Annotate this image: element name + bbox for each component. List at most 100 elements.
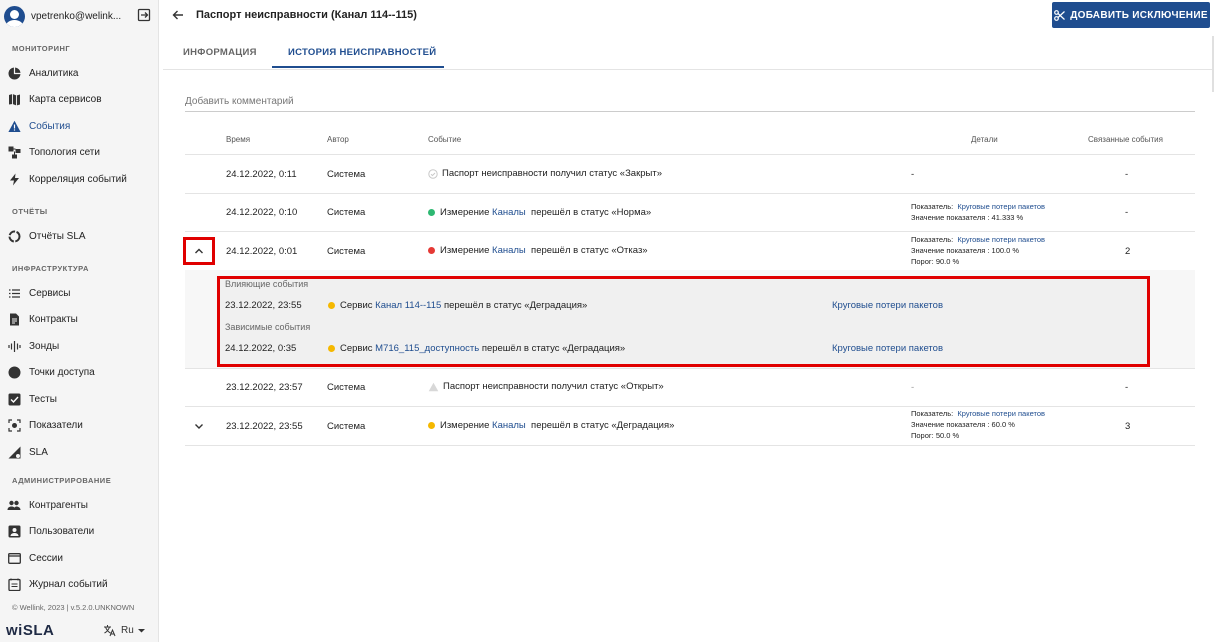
- row-time: 24.12.2022, 0:11: [226, 169, 297, 180]
- row-related-count: -: [1125, 169, 1129, 180]
- sidebar-item-label: Зонды: [29, 340, 60, 352]
- sidebar-item-correlation[interactable]: Корреляция событий: [0, 167, 159, 191]
- details-value: 50.0 %: [935, 431, 960, 440]
- event-suffix: перешёл в статус «Деградация»: [481, 343, 626, 354]
- dependent-indicator-link[interactable]: Круговые потери пакетов: [832, 343, 943, 354]
- status-dot-yellow: [328, 345, 335, 352]
- event-prefix: Измерение: [440, 207, 490, 218]
- sidebar-item-counterparties[interactable]: Контрагенты: [0, 493, 159, 517]
- active-tab-indicator: [272, 66, 444, 68]
- page-title: Паспорт неисправности (Канал 114--115): [196, 9, 417, 21]
- sidebar-item-indicators[interactable]: Показатели: [0, 413, 159, 437]
- sidebar-item-probes[interactable]: Зонды: [0, 334, 159, 358]
- sidebar-item-label: Тесты: [29, 393, 57, 405]
- row-related-count: 2: [1125, 246, 1131, 257]
- add-exception-button[interactable]: ДОБАВИТЬ ИСКЛЮЧЕНИЕ: [1052, 2, 1210, 28]
- event-prefix: Сервис: [340, 300, 373, 311]
- row-divider: [185, 445, 1195, 446]
- language-label: Ru: [121, 625, 134, 636]
- user-profile[interactable]: vpetrenko@welink...: [0, 0, 159, 32]
- event-prefix: Измерение: [440, 245, 490, 256]
- row-time: 24.12.2022, 0:01: [226, 246, 298, 257]
- sidebar-item-contracts[interactable]: Контракты: [0, 307, 159, 331]
- row-details: -: [911, 382, 915, 393]
- sidebar-item-topology[interactable]: Топология сети: [0, 140, 159, 164]
- tab-fault-history[interactable]: ИСТОРИЯ НЕИСПРАВНОСТЕЙ: [288, 47, 436, 58]
- details-label: Порог:: [911, 431, 934, 440]
- sidebar-item-label: Контракты: [29, 313, 78, 325]
- back-arrow-icon[interactable]: [171, 8, 185, 22]
- row-related-count: 3: [1125, 421, 1131, 432]
- sidebar-item-label: Контрагенты: [29, 499, 88, 511]
- journal-icon: [7, 577, 21, 591]
- circle-icon: [7, 365, 21, 379]
- scissors-icon: [1054, 9, 1066, 21]
- lightning-icon: [7, 172, 21, 186]
- sidebar-item-service-map[interactable]: Карта сервисов: [0, 87, 159, 111]
- details-indicator-link[interactable]: Круговые потери пакетов: [957, 202, 1045, 211]
- expand-row-button[interactable]: [192, 419, 206, 433]
- sidebar-item-events[interactable]: События: [0, 114, 159, 138]
- row-details: Показатель: Круговые потери пакетов Знач…: [911, 408, 1045, 441]
- tab-information[interactable]: ИНФОРМАЦИЯ: [183, 47, 257, 58]
- event-prefix: Измерение: [440, 420, 490, 431]
- row-time: 24.12.2022, 0:10: [226, 207, 298, 218]
- event-link[interactable]: Каналы: [492, 207, 526, 218]
- event-suffix: перешёл в статус «Деградация»: [531, 420, 675, 431]
- row-time: 23.12.2022, 23:57: [226, 382, 303, 393]
- details-label: Значение показателя :: [911, 420, 990, 429]
- sidebar-item-sla[interactable]: SLA: [0, 440, 159, 464]
- details-value: 90.0 %: [935, 257, 960, 266]
- sidebar-item-label: SLA: [29, 446, 48, 458]
- sidebar-item-sla-reports[interactable]: Отчёты SLA: [0, 224, 159, 248]
- sidebar-item-label: Сессии: [29, 552, 63, 564]
- row-details: Показатель: Круговые потери пакетов Знач…: [911, 234, 1045, 267]
- header-divider: [185, 154, 1195, 155]
- influencing-indicator-link[interactable]: Круговые потери пакетов: [832, 300, 943, 311]
- wisla-logo: wiSLA: [6, 622, 55, 639]
- row-event: Паспорт неисправности получил статус «От…: [428, 381, 664, 392]
- dependent-events-label: Зависимые события: [225, 322, 311, 332]
- details-value: 60.0 %: [991, 420, 1015, 429]
- tabs-divider: [163, 69, 1214, 70]
- sidebar-item-label: Корреляция событий: [29, 173, 127, 185]
- comment-input[interactable]: Добавить комментарий: [185, 96, 294, 107]
- event-text: Паспорт неисправности получил статус «От…: [443, 381, 664, 392]
- event-link[interactable]: M716_115_доступность: [375, 343, 479, 354]
- gauge-icon: [7, 418, 21, 432]
- event-link[interactable]: Канал 114--115: [375, 300, 441, 311]
- comment-input-underline: [185, 111, 1195, 112]
- column-header-time: Время: [226, 135, 251, 144]
- event-link[interactable]: Каналы: [492, 420, 526, 431]
- sidebar-item-label: Точки доступа: [29, 366, 95, 378]
- sidebar: vpetrenko@welink... МОНИТОРИНГ Аналитика…: [0, 0, 159, 642]
- sidebar-item-services[interactable]: Сервисы: [0, 281, 159, 305]
- row-details: Показатель: Круговые потери пакетов Знач…: [911, 201, 1045, 223]
- details-label: Порог:: [911, 257, 934, 266]
- sidebar-item-tests[interactable]: Тесты: [0, 387, 159, 411]
- collapse-row-button[interactable]: [183, 237, 215, 265]
- logout-icon[interactable]: [137, 8, 151, 22]
- open-status-icon: [428, 382, 439, 391]
- column-header-event: Событие: [428, 135, 462, 144]
- user-card-icon: [7, 524, 21, 538]
- sidebar-item-users[interactable]: Пользователи: [0, 519, 159, 543]
- details-indicator-link[interactable]: Круговые потери пакетов: [957, 235, 1045, 244]
- dependent-event: Сервис M716_115_доступность перешёл в ст…: [328, 343, 625, 354]
- signal-icon: [7, 339, 21, 353]
- details-label: Показатель:: [911, 235, 954, 244]
- language-selector[interactable]: Ru: [102, 624, 146, 637]
- sidebar-item-event-log[interactable]: Журнал событий: [0, 572, 159, 596]
- details-label: Показатель:: [911, 409, 954, 418]
- user-email: vpetrenko@welink...: [31, 10, 122, 22]
- event-suffix: перешёл в статус «Отказ»: [531, 245, 648, 256]
- section-title-monitoring: МОНИТОРИНГ: [12, 44, 71, 53]
- copyright: © Wellink, 2023 | v.5.2.0.UNKNOWN: [12, 603, 135, 612]
- details-indicator-link[interactable]: Круговые потери пакетов: [957, 409, 1045, 418]
- sidebar-item-analytics[interactable]: Аналитика: [0, 61, 159, 85]
- sidebar-item-access-points[interactable]: Точки доступа: [0, 360, 159, 384]
- column-header-details: Детали: [971, 135, 998, 144]
- event-link[interactable]: Каналы: [492, 245, 526, 256]
- sidebar-item-sessions[interactable]: Сессии: [0, 546, 159, 570]
- document-icon: [7, 312, 21, 326]
